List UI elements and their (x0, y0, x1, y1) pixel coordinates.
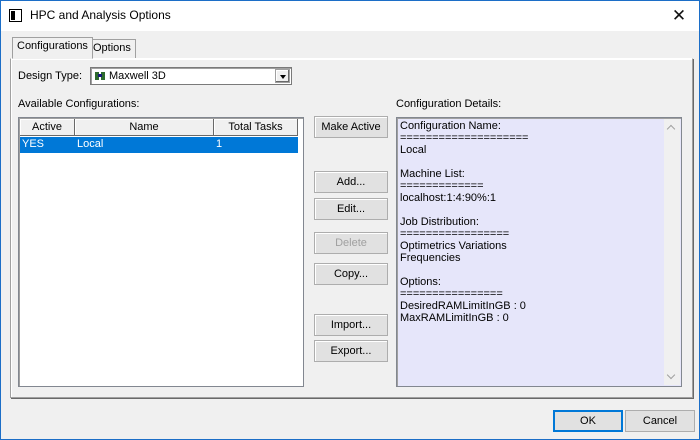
maxwell-icon (95, 72, 105, 80)
configurations-list[interactable]: Active Name Total Tasks YES Local 1 (18, 117, 304, 387)
scroll-up-icon[interactable] (664, 119, 680, 135)
design-type-label: Design Type: (18, 70, 83, 82)
chevron-down-icon[interactable] (275, 69, 290, 83)
dialog-window: HPC and Analysis Options ✕ Configuration… (0, 0, 700, 440)
details-scrollbar[interactable] (664, 119, 680, 385)
make-active-button[interactable]: Make Active (314, 116, 388, 138)
scroll-down-icon[interactable] (664, 369, 680, 385)
column-header-active[interactable]: Active (20, 119, 75, 136)
cell-name: Local (77, 138, 104, 150)
design-type-value: Maxwell 3D (109, 70, 166, 82)
copy-button[interactable]: Copy... (314, 263, 388, 285)
title-bar[interactable]: HPC and Analysis Options ✕ (1, 1, 699, 31)
configuration-details-label: Configuration Details: (396, 98, 502, 110)
export-button[interactable]: Export... (314, 340, 388, 362)
close-button[interactable]: ✕ (665, 3, 693, 29)
add-button[interactable]: Add... (314, 171, 388, 193)
list-header: Active Name Total Tasks (20, 119, 302, 136)
table-row[interactable]: YES Local 1 (20, 137, 298, 153)
import-button[interactable]: Import... (314, 314, 388, 336)
column-header-total-tasks[interactable]: Total Tasks (214, 119, 298, 136)
cancel-button[interactable]: Cancel (625, 410, 695, 432)
design-type-select[interactable]: Maxwell 3D (90, 67, 292, 85)
configuration-details-box[interactable]: Configuration Name: ====================… (396, 117, 682, 387)
window-title: HPC and Analysis Options (30, 8, 171, 22)
available-configurations-label: Available Configurations: (18, 98, 140, 110)
window-icon (9, 9, 22, 22)
configuration-details-text: Configuration Name: ====================… (400, 120, 529, 324)
edit-button[interactable]: Edit... (314, 198, 388, 220)
tab-options[interactable]: Options (88, 39, 136, 58)
delete-button: Delete (314, 232, 388, 254)
tab-configurations[interactable]: Configurations (12, 37, 93, 59)
cell-active: YES (22, 138, 45, 150)
cell-total-tasks: 1 (216, 138, 223, 150)
ok-button[interactable]: OK (553, 410, 623, 432)
column-header-name[interactable]: Name (75, 119, 214, 136)
